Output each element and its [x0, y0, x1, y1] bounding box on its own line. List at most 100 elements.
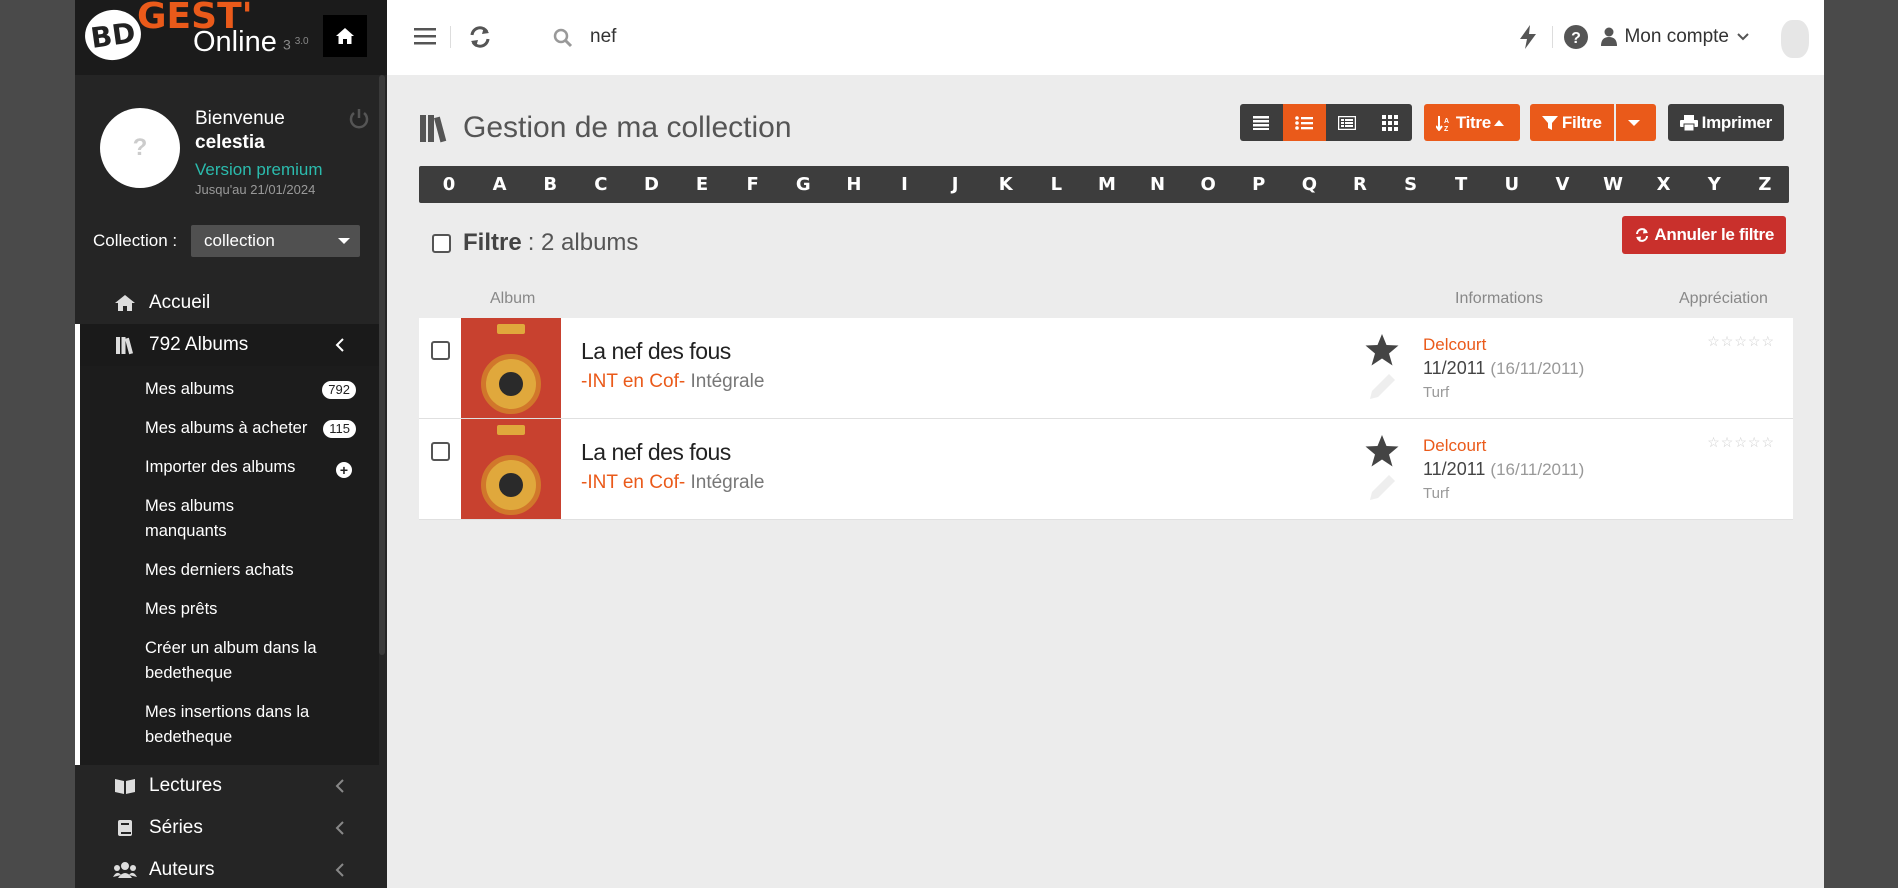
- album-checkbox[interactable]: [431, 341, 450, 360]
- alpha-letter[interactable]: E: [692, 174, 712, 195]
- album-checkbox[interactable]: [431, 442, 450, 461]
- home-button[interactable]: [323, 15, 367, 57]
- rating-stars[interactable]: ☆☆☆☆☆: [1707, 434, 1775, 451]
- alpha-letter[interactable]: Q: [1299, 174, 1319, 195]
- logo-bd: BD: [81, 6, 145, 64]
- album-row[interactable]: La nef des fous -INT en Cof- Intégrale D…: [419, 318, 1793, 419]
- alpha-letter[interactable]: W: [1603, 174, 1623, 195]
- bolt-icon[interactable]: [1517, 24, 1539, 50]
- sidebar-item-albums-a-acheter[interactable]: Mes albums à acheter 115: [80, 409, 379, 448]
- album-cover[interactable]: [461, 318, 561, 418]
- sidebar-item-mes-albums[interactable]: Mes albums 792: [80, 370, 379, 409]
- alpha-letter[interactable]: U: [1502, 174, 1522, 195]
- chevron-left-icon: [335, 821, 344, 835]
- collection-select[interactable]: collection: [191, 225, 360, 257]
- cover-art-crown: [497, 324, 525, 334]
- album-serie[interactable]: -INT en Cof-: [581, 472, 685, 493]
- alpha-letter[interactable]: O: [1198, 174, 1218, 195]
- alpha-letter[interactable]: L: [1046, 174, 1066, 195]
- album-date-full: (16/11/2011): [1490, 359, 1585, 378]
- alpha-letter[interactable]: P: [1249, 174, 1269, 195]
- alpha-letter[interactable]: Y: [1704, 174, 1724, 195]
- sidebar-item-creer-album[interactable]: Créer un album dans la bedetheque: [80, 629, 379, 693]
- view-mode-group: [1239, 104, 1412, 141]
- svg-text:A: A: [1444, 118, 1449, 125]
- alpha-letter[interactable]: 0: [439, 174, 459, 195]
- album-row[interactable]: La nef des fous -INT en Cof- Intégrale D…: [419, 419, 1793, 520]
- select-all-checkbox[interactable]: [432, 233, 451, 253]
- sidebar-item-lectures[interactable]: Lectures: [75, 765, 379, 807]
- album-publisher[interactable]: Delcourt: [1423, 335, 1486, 355]
- alpha-letter[interactable]: S: [1401, 174, 1421, 195]
- star-icon[interactable]: [1364, 333, 1400, 367]
- sidebar-item-prets[interactable]: Mes prêts: [80, 590, 379, 629]
- filter-button[interactable]: Filtre: [1529, 104, 1614, 141]
- user-icon: [1601, 27, 1618, 46]
- filter-dropdown-button[interactable]: [1615, 104, 1656, 141]
- alpha-letter[interactable]: C: [591, 174, 611, 195]
- alpha-letter[interactable]: D: [641, 174, 661, 195]
- alpha-letter[interactable]: N: [1148, 174, 1168, 195]
- print-button[interactable]: Imprimer: [1667, 104, 1784, 141]
- alpha-letter[interactable]: A: [490, 174, 510, 195]
- logo-online: Online: [193, 26, 277, 58]
- sort-button[interactable]: AZ Titre: [1423, 104, 1520, 141]
- premium-label[interactable]: Version premium: [195, 160, 323, 180]
- album-type: Intégrale: [690, 371, 765, 392]
- avatar[interactable]: ?: [100, 108, 180, 188]
- caret-down-icon: [338, 238, 350, 244]
- alpha-letter[interactable]: X: [1654, 174, 1674, 195]
- account-menu[interactable]: Mon compte: [1600, 26, 1749, 48]
- alpha-letter[interactable]: Z: [1755, 174, 1775, 195]
- alpha-letter[interactable]: K: [996, 174, 1016, 195]
- alpha-letter[interactable]: J: [945, 174, 965, 195]
- star-icon[interactable]: [1364, 434, 1400, 468]
- pencil-icon[interactable]: [1367, 471, 1399, 503]
- alpha-letter[interactable]: F: [743, 174, 763, 195]
- sidebar-item-insertions[interactable]: Mes insertions dans la bedetheque: [80, 693, 379, 757]
- sidebar-item-importer[interactable]: Importer des albums +: [80, 448, 379, 487]
- sidebar-item-manquants[interactable]: Mes albums manquants: [80, 487, 379, 551]
- sidebar-item-series[interactable]: Séries: [75, 807, 379, 849]
- print-label: Imprimer: [1701, 112, 1773, 132]
- sidebar-item-label: 792 Albums: [149, 334, 249, 355]
- help-icon[interactable]: ?: [1563, 24, 1589, 50]
- alpha-letter[interactable]: T: [1451, 174, 1471, 195]
- alpha-letter[interactable]: V: [1552, 174, 1572, 195]
- table-icon: [1338, 115, 1357, 130]
- sub-label: Importer des albums: [145, 458, 296, 476]
- refresh-icon[interactable]: [467, 24, 493, 50]
- alpha-letter[interactable]: G: [793, 174, 813, 195]
- sidebar-item-albums[interactable]: 792 Albums: [80, 324, 379, 366]
- sidebar-item-derniers-achats[interactable]: Mes derniers achats: [80, 551, 379, 590]
- search-input[interactable]: nef: [590, 26, 616, 48]
- alpha-letter[interactable]: R: [1350, 174, 1370, 195]
- cancel-filter-button[interactable]: Annuler le filtre: [1622, 216, 1786, 254]
- sidebar-item-accueil[interactable]: Accueil: [75, 282, 379, 324]
- alpha-letter[interactable]: H: [844, 174, 864, 195]
- view-compact-button[interactable]: [1240, 104, 1283, 141]
- album-serie[interactable]: -INT en Cof-: [581, 371, 685, 392]
- topbar: nef ? Mon compte: [387, 0, 1824, 75]
- album-cover[interactable]: [461, 419, 561, 519]
- album-publisher[interactable]: Delcourt: [1423, 436, 1486, 456]
- alpha-letter[interactable]: M: [1097, 174, 1117, 195]
- album-collection: Turf: [1423, 485, 1450, 502]
- view-grid-button[interactable]: [1369, 104, 1412, 141]
- sidebar-scrollbar[interactable]: [379, 75, 385, 655]
- power-icon[interactable]: [348, 108, 370, 130]
- view-detail-button[interactable]: [1326, 104, 1369, 141]
- cover-art-medal: [481, 354, 541, 414]
- sidebar-item-auteurs[interactable]: Auteurs: [75, 849, 379, 888]
- avatar-small[interactable]: [1781, 20, 1809, 58]
- rating-stars[interactable]: ☆☆☆☆☆: [1707, 333, 1775, 350]
- pencil-icon[interactable]: [1367, 370, 1399, 402]
- album-title[interactable]: La nef des fous: [581, 338, 731, 365]
- album-title[interactable]: La nef des fous: [581, 439, 731, 466]
- hamburger-icon[interactable]: [413, 24, 437, 48]
- alpha-letter[interactable]: I: [894, 174, 914, 195]
- alpha-letter[interactable]: B: [540, 174, 560, 195]
- view-list-button[interactable]: [1282, 104, 1326, 141]
- sort-icon: AZ: [1435, 115, 1449, 131]
- sort-label: Titre: [1455, 112, 1491, 132]
